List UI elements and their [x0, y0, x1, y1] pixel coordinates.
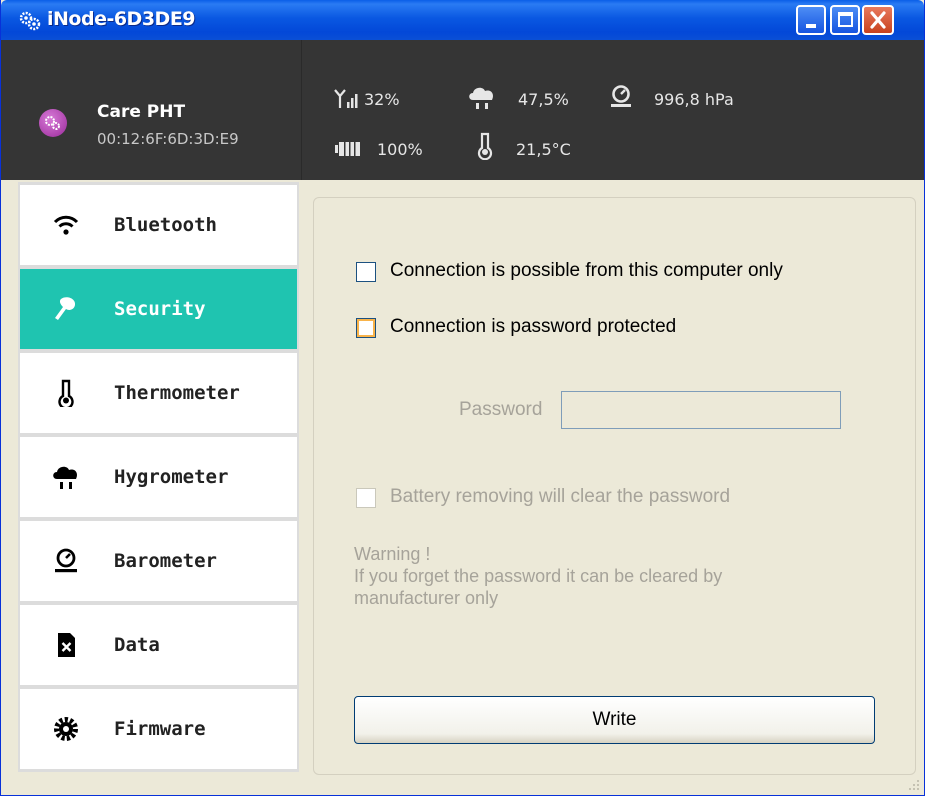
sidebar-item-thermometer[interactable]: Thermometer	[20, 353, 297, 433]
temperature-icon	[477, 132, 493, 160]
warning-message: Warning ! If you forget the password it …	[354, 543, 824, 609]
write-button[interactable]: Write	[354, 696, 875, 744]
device-name: Care PHT	[97, 102, 186, 122]
rain-cloud-icon	[53, 466, 78, 489]
humidity-cloud-icon	[469, 87, 494, 109]
signal-value: 32%	[364, 90, 400, 109]
battery-value: 100%	[377, 140, 423, 159]
device-mac-address: 00:12:6F:6D:3D:E9	[97, 130, 239, 148]
humidity-value: 47,5%	[518, 90, 569, 109]
wifi-icon	[53, 215, 79, 235]
app-window: iNode-6D3DE9 Care PHT 00:12:6F:6D:3D:E9 …	[0, 0, 925, 796]
sidebar-item-barometer[interactable]: Barometer	[20, 521, 297, 601]
sidebar-item-label: Barometer	[114, 550, 217, 572]
signal-icon	[334, 89, 358, 108]
battery-clear-checkbox[interactable]	[356, 488, 376, 508]
sidebar-item-label: Bluetooth	[114, 214, 217, 236]
password-label: Password	[459, 399, 543, 420]
sidebar-item-label: Security	[114, 298, 206, 320]
sidebar-item-label: Firmware	[114, 718, 206, 740]
device-avatar-icon	[39, 109, 67, 137]
barometer-icon	[55, 548, 77, 573]
sidebar-item-label: Hygrometer	[114, 466, 229, 488]
maximize-icon	[838, 12, 853, 27]
close-button[interactable]	[862, 5, 894, 35]
sidebar-item-firmware[interactable]: Firmware	[20, 689, 297, 769]
temperature-value: 21,5°C	[516, 140, 571, 159]
password-input[interactable]	[561, 391, 841, 429]
close-icon	[870, 11, 886, 29]
password-protected-checkbox[interactable]	[356, 318, 376, 338]
resize-grip-icon[interactable]	[908, 779, 920, 791]
sidebar: Bluetooth Security Thermometer Hygromete…	[18, 182, 299, 772]
gear-icon	[54, 717, 78, 741]
sidebar-item-data[interactable]: Data	[20, 605, 297, 685]
window-title: iNode-6D3DE9	[47, 8, 196, 30]
pressure-gauge-icon	[611, 85, 631, 107]
header-divider	[301, 40, 302, 180]
title-bar[interactable]: iNode-6D3DE9	[1, 0, 924, 40]
local-only-label[interactable]: Connection is possible from this compute…	[390, 260, 783, 282]
sidebar-item-hygrometer[interactable]: Hygrometer	[20, 437, 297, 517]
minimize-icon	[806, 24, 816, 28]
password-protected-label[interactable]: Connection is password protected	[390, 316, 676, 338]
warning-title: Warning !	[354, 544, 431, 564]
sidebar-item-label: Thermometer	[114, 382, 240, 404]
sidebar-item-security[interactable]: Security	[20, 269, 297, 349]
app-gears-icon	[19, 11, 41, 31]
key-icon	[55, 297, 76, 320]
pressure-value: 996,8 hPa	[654, 90, 734, 109]
sd-card-icon	[58, 633, 75, 657]
battery-clear-label[interactable]: Battery removing will clear the password	[390, 486, 730, 508]
maximize-button[interactable]	[830, 5, 860, 35]
warning-text: If you forget the password it can be cle…	[354, 566, 723, 608]
sidebar-item-label: Data	[114, 634, 160, 656]
minimize-button[interactable]	[796, 5, 826, 35]
sidebar-item-bluetooth[interactable]: Bluetooth	[20, 185, 297, 265]
thermometer-icon	[58, 379, 74, 407]
local-only-checkbox[interactable]	[356, 262, 376, 282]
battery-icon	[335, 142, 360, 156]
